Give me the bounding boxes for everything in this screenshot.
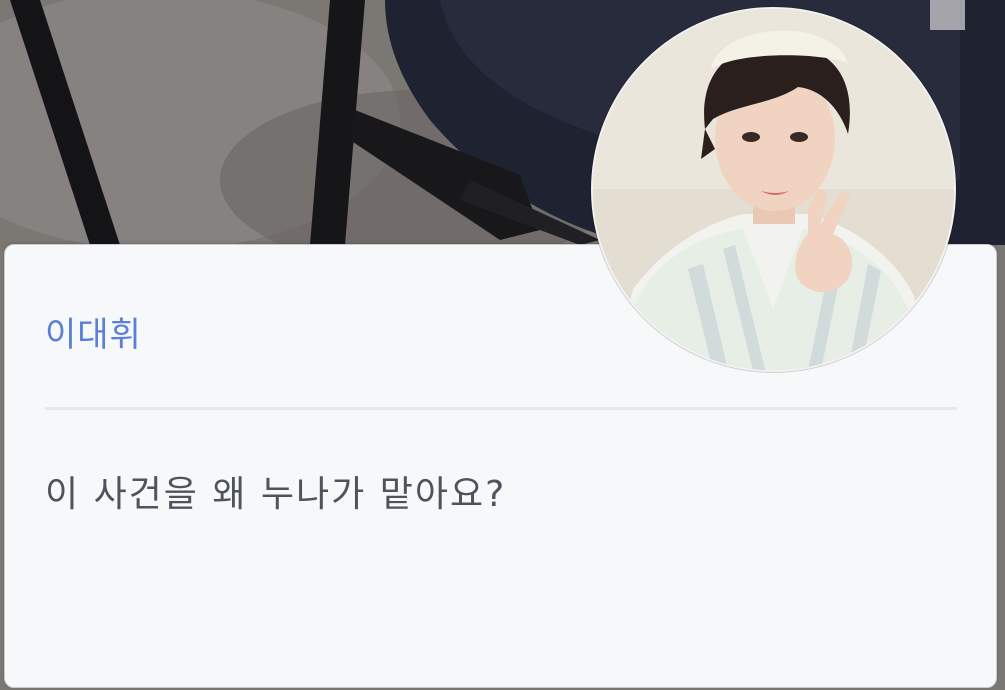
character-portrait: [591, 7, 956, 372]
character-portrait-image: [593, 9, 954, 370]
divider: [45, 407, 957, 410]
speaker-name: 이대휘: [45, 315, 142, 355]
dialogue-text: 이 사건을 왜 누나가 맡아요?: [45, 474, 507, 515]
